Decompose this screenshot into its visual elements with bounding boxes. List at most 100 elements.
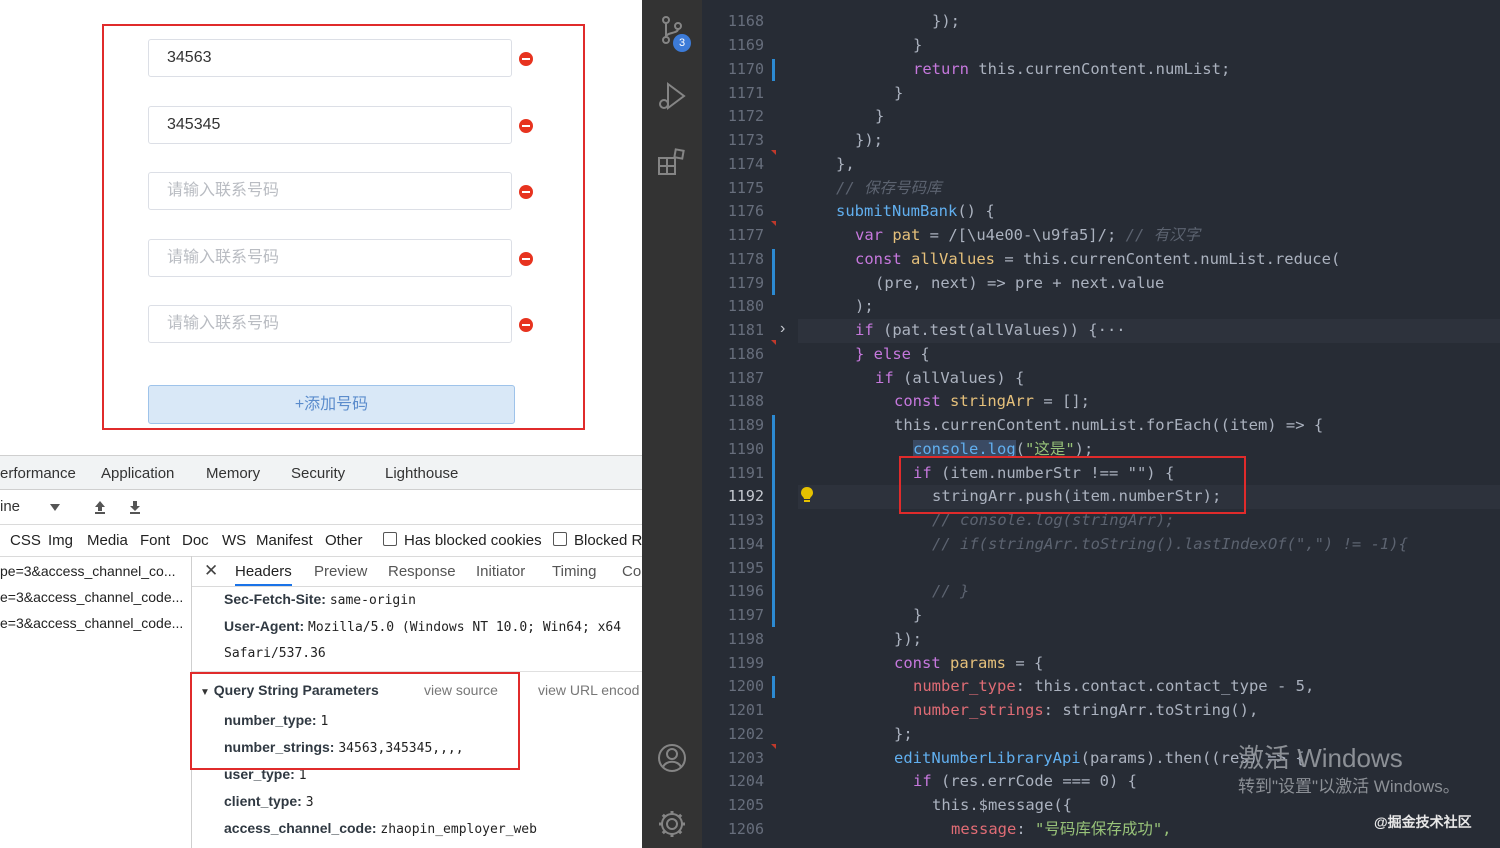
windows-activation-hint: 转到"设置"以激活 Windows。 (1238, 777, 1460, 796)
throttle-select[interactable]: ine (0, 498, 20, 515)
tab-headers[interactable]: Headers (235, 563, 292, 586)
tab-timing[interactable]: Timing (552, 563, 596, 580)
line-number: 1198 (727, 630, 764, 648)
phone-number-form-highlight (102, 24, 585, 430)
filter-media[interactable]: Media (87, 532, 128, 549)
line-number: 1195 (727, 559, 764, 577)
remove-circle-icon[interactable] (519, 185, 533, 199)
tab-memory[interactable]: Memory (206, 465, 260, 482)
extensions-icon[interactable] (656, 146, 688, 178)
line-number: 1200 (727, 677, 764, 695)
line-number: 1204 (727, 772, 764, 790)
git-modified-marker (772, 676, 775, 698)
code-line-1188: const stringArr = []; (894, 392, 1090, 410)
param-access-channel-code: access_channel_code: zhaopin_employer_we… (224, 820, 537, 837)
run-debug-icon[interactable] (656, 80, 688, 112)
filter-other[interactable]: Other (325, 532, 363, 549)
git-deleted-marker (771, 744, 776, 749)
settings-gear-icon[interactable] (656, 808, 688, 840)
upload-icon[interactable] (92, 499, 108, 515)
code-editor[interactable]: 1168 1169 1170 1171 1172 1173 1174 1175 … (702, 0, 1500, 848)
juejin-watermark: @掘金技术社区 (1374, 814, 1472, 830)
view-url-encoded-link[interactable]: view URL encod (538, 682, 639, 698)
account-icon[interactable] (656, 742, 688, 774)
code-line-1174: }, (836, 155, 855, 173)
code-line-1197: } (913, 606, 923, 624)
line-number: 1199 (727, 654, 764, 672)
tab-cookies[interactable]: Co (622, 563, 641, 580)
line-number: 1171 (727, 84, 764, 102)
phone-input-5[interactable] (148, 305, 512, 343)
chevron-down-icon[interactable] (50, 504, 60, 511)
line-number: 1191 (727, 464, 764, 482)
phone-input-2[interactable] (148, 106, 512, 144)
line-number: 1189 (727, 416, 764, 434)
remove-circle-icon[interactable] (519, 318, 533, 332)
code-line-1186: } else { (855, 345, 930, 363)
code-line-1180: ); (855, 297, 874, 315)
request-row[interactable]: e=3&access_channel_code... (0, 584, 191, 610)
code-line-1169: } (913, 36, 923, 54)
code-line-1201: number_strings: stringArr.toString(), (913, 701, 1259, 719)
code-line-1196: // } (932, 582, 970, 600)
filter-ws[interactable]: WS (222, 532, 246, 549)
fold-chevron-right-icon[interactable]: › (780, 320, 785, 338)
remove-circle-icon[interactable] (519, 252, 533, 266)
filter-css[interactable]: CSS (10, 532, 41, 549)
code-line-1181: if (pat.test(allValues)) {··· (855, 321, 1126, 339)
code-line-1198: }); (894, 630, 922, 648)
devtools-tabs: erformance Application Memory Security L… (0, 456, 642, 490)
line-number: 1177 (727, 226, 764, 244)
header-user-agent-cont: Safari/537.36 (224, 646, 326, 661)
code-line-1199: const params = { (894, 654, 1044, 672)
lightbulb-icon[interactable] (800, 486, 814, 504)
line-number: 1196 (727, 582, 764, 600)
code-line-1170: return this.currenContent.numList; (913, 60, 1231, 78)
code-line-1206: message: "号码库保存成功", (951, 820, 1172, 838)
filter-img[interactable]: Img (48, 532, 73, 549)
line-number-gutter: 1168 1169 1170 1171 1172 1173 1174 1175 … (702, 0, 772, 848)
request-row[interactable]: e=3&access_channel_code... (0, 610, 191, 636)
line-number: 1172 (727, 107, 764, 125)
add-number-button[interactable]: +添加号码 (148, 385, 515, 424)
tab-application[interactable]: Application (101, 465, 174, 482)
network-toolbar: ine (0, 490, 642, 525)
phone-input-4[interactable] (148, 239, 512, 277)
tab-initiator[interactable]: Initiator (476, 563, 525, 580)
line-number: 1190 (727, 440, 764, 458)
code-line-1187: if (allValues) { (875, 369, 1025, 387)
download-icon[interactable] (127, 499, 143, 515)
line-number: 1178 (727, 250, 764, 268)
has-blocked-cookies-checkbox[interactable] (383, 532, 397, 546)
phone-input-1[interactable] (148, 39, 512, 77)
param-client-type: client_type: 3 (224, 793, 314, 810)
code-line-1205: this.$message({ (932, 796, 1072, 814)
remove-circle-icon[interactable] (519, 52, 533, 66)
tab-performance[interactable]: erformance (0, 465, 76, 482)
filter-doc[interactable]: Doc (182, 532, 209, 549)
blocked-requests-label: Blocked Re (574, 532, 642, 549)
remove-circle-icon[interactable] (519, 119, 533, 133)
windows-activation-watermark: 激活 Windows (1238, 743, 1403, 773)
filter-manifest[interactable]: Manifest (256, 532, 313, 549)
code-line-1178: const allValues = this.currenContent.num… (855, 250, 1341, 268)
filter-bar: CSS Img Media Font Doc WS Manifest Other… (0, 524, 642, 557)
code-line-1172: } (875, 107, 885, 125)
git-modified-marker (772, 249, 775, 295)
tab-response[interactable]: Response (388, 563, 456, 580)
tab-preview[interactable]: Preview (314, 563, 367, 580)
tab-security[interactable]: Security (291, 465, 345, 482)
filter-font[interactable]: Font (140, 532, 170, 549)
line-number: 1201 (727, 701, 764, 719)
line-number-current: 1192 (727, 487, 764, 505)
line-number: 1205 (727, 796, 764, 814)
request-row[interactable]: pe=3&access_channel_co... (0, 558, 191, 584)
phone-input-3[interactable] (148, 172, 512, 210)
close-icon[interactable]: ✕ (204, 561, 218, 581)
tab-lighthouse[interactable]: Lighthouse (385, 465, 458, 482)
line-number: 1168 (727, 12, 764, 30)
line-number: 1175 (727, 179, 764, 197)
git-modified-marker (772, 59, 775, 81)
blocked-requests-checkbox[interactable] (553, 532, 567, 546)
header-user-agent: User-Agent: Mozilla/5.0 (Windows NT 10.0… (224, 618, 622, 635)
